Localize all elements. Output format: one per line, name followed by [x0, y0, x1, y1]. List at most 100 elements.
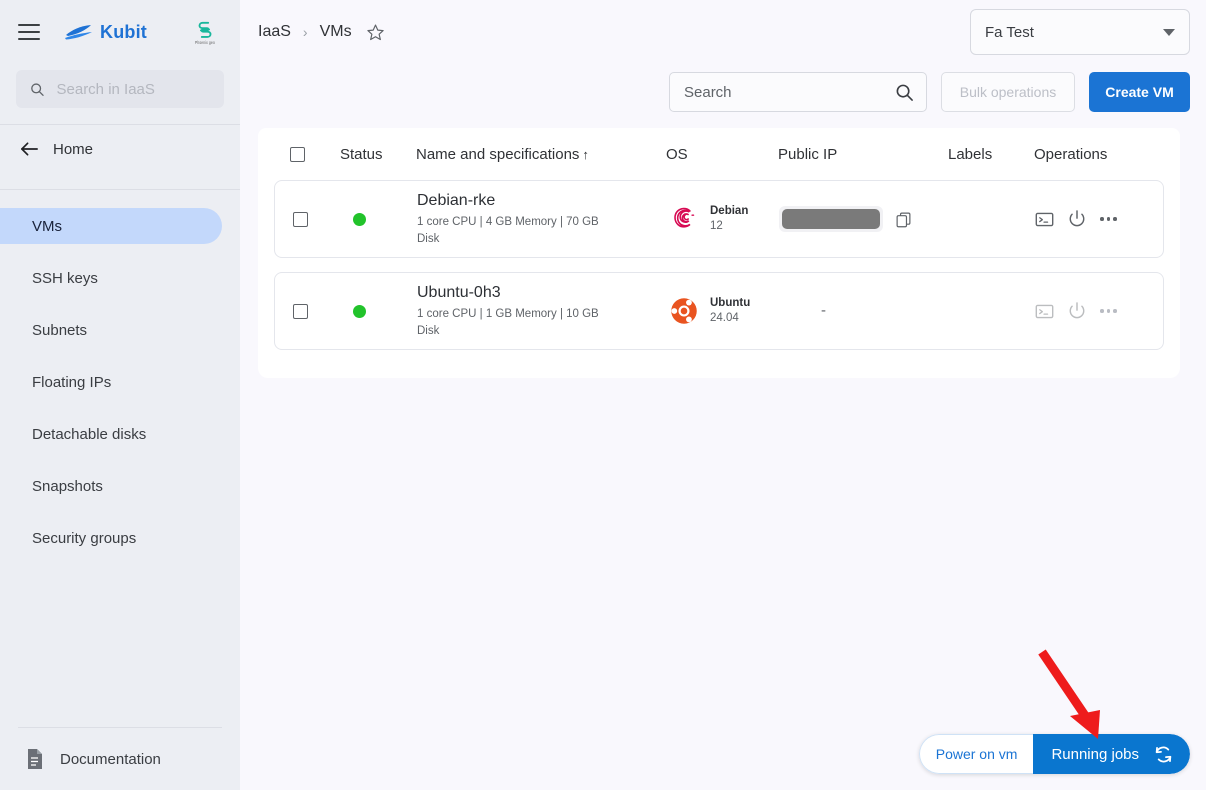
sidebar-footer: Documentation — [0, 727, 240, 790]
ubuntu-logo-icon — [671, 298, 697, 324]
table-row[interactable]: Ubuntu-0h3 1 core CPU | 1 GB Memory | 10… — [274, 272, 1164, 350]
more-options-icon[interactable] — [1100, 217, 1117, 221]
sidebar-item-label: Subnets — [32, 321, 88, 339]
status-indicator-running — [353, 304, 366, 318]
row-checkbox-cell — [277, 303, 341, 319]
breadcrumb-root[interactable]: IaaS — [258, 23, 291, 41]
bulk-operations-button[interactable]: Bulk operations — [941, 72, 1075, 112]
breadcrumb-separator-icon: › — [302, 24, 308, 40]
topbar: IaaS › VMs Fa Test — [240, 0, 1206, 64]
main-content: IaaS › VMs Fa Test Search Bulk operation… — [240, 0, 1206, 790]
row-checkbox-cell — [277, 211, 341, 227]
row-name-cell: Ubuntu-0h3 1 core CPU | 1 GB Memory | 10… — [417, 283, 667, 340]
vm-search[interactable] — [669, 72, 927, 112]
sidebar-item-floating-ips[interactable]: Floating IPs — [0, 364, 222, 400]
hamburger-menu-icon[interactable] — [18, 24, 40, 40]
column-header-os: OS — [666, 145, 688, 163]
os-version: 24.04 — [710, 312, 739, 324]
sidebar-item-vms[interactable]: VMs — [0, 208, 222, 244]
vm-name: Ubuntu-0h3 — [417, 283, 501, 301]
vm-table-header: Status Name and specifications ↑ OS Publ… — [258, 128, 1180, 180]
table-row[interactable]: Debian-rke 1 core CPU | 4 GB Memory | 70… — [274, 180, 1164, 258]
brand-name: Kubit — [100, 21, 147, 42]
table-actions: Bulk operations Create VM — [240, 64, 1206, 120]
sidebar-search-input[interactable] — [56, 80, 210, 98]
sort-ascending-icon: ↑ — [582, 146, 589, 162]
copy-icon[interactable] — [895, 211, 912, 228]
row-name-cell: Debian-rke 1 core CPU | 4 GB Memory | 70… — [417, 191, 667, 248]
row-status-cell — [341, 304, 417, 318]
running-jobs-button[interactable]: Running jobs — [1033, 734, 1190, 774]
sidebar-nav: VMs SSH keys Subnets Floating IPs Detach… — [0, 190, 240, 564]
power-icon[interactable] — [1067, 209, 1087, 229]
sidebar-item-label: VMs — [32, 217, 62, 235]
os-version: 12 — [710, 220, 723, 232]
more-options-icon[interactable] — [1100, 309, 1117, 313]
document-icon — [28, 749, 42, 769]
sidebar-home-label: Home — [53, 140, 94, 158]
favorite-star-icon[interactable] — [366, 23, 385, 42]
partner-logo-text: Phoenix geo — [195, 39, 215, 46]
sidebar-item-label: Floating IPs — [32, 373, 112, 391]
sidebar-documentation-label: Documentation — [60, 750, 161, 768]
column-header-name[interactable]: Name and specifications ↑ — [416, 146, 666, 163]
running-jobs-widget: Power on vm Running jobs — [918, 734, 1190, 774]
running-jobs-label: Running jobs — [1051, 745, 1139, 763]
row-operations-cell — [1035, 301, 1155, 321]
sidebar-search[interactable] — [16, 70, 224, 108]
breadcrumb: IaaS › VMs — [258, 23, 385, 42]
select-all-checkbox-cell — [276, 146, 340, 162]
row-checkbox[interactable] — [293, 211, 308, 227]
sidebar-header: Kubit Phoenix geo — [0, 0, 240, 64]
column-header-status: Status — [340, 145, 383, 163]
os-text: Ubuntu 24.04 — [710, 296, 750, 326]
console-icon[interactable] — [1035, 302, 1054, 321]
tenant-selector[interactable]: Fa Test — [970, 9, 1190, 55]
column-header-operations: Operations — [1034, 145, 1108, 163]
partner-mark-icon — [198, 21, 212, 38]
sidebar-item-label: Detachable disks — [32, 425, 147, 443]
sidebar-documentation-link[interactable]: Documentation — [0, 728, 240, 790]
sidebar-item-detachable-disks[interactable]: Detachable disks — [0, 416, 222, 452]
vm-search-input[interactable] — [684, 83, 895, 101]
row-os-cell: Ubuntu 24.04 — [667, 294, 779, 328]
current-task-label[interactable]: Power on vm — [918, 734, 1034, 774]
sidebar-item-snapshots[interactable]: Snapshots — [0, 468, 222, 504]
os-name: Debian — [710, 205, 749, 218]
sidebar: Kubit Phoenix geo Home — [0, 0, 240, 790]
column-header-public-ip: Public IP — [778, 145, 838, 163]
row-status-cell — [341, 212, 417, 226]
public-ip-redacted — [782, 209, 880, 229]
row-checkbox[interactable] — [293, 303, 308, 319]
os-name: Ubuntu — [710, 297, 751, 310]
tenant-selector-value: Fa Test — [985, 23, 1034, 41]
vm-name: Debian-rke — [417, 191, 496, 209]
column-header-name-label: Name and specifications — [416, 145, 580, 163]
search-icon[interactable] — [895, 83, 914, 102]
row-operations-cell — [1035, 209, 1155, 229]
sidebar-item-security-groups[interactable]: Security groups — [0, 520, 222, 556]
column-header-labels: Labels — [948, 145, 993, 163]
brand-logo[interactable]: Kubit — [64, 22, 147, 43]
row-public-ip-cell — [779, 206, 949, 232]
os-text: Debian 12 — [710, 204, 748, 234]
sync-icon[interactable] — [1153, 744, 1174, 765]
power-icon[interactable] — [1067, 301, 1087, 321]
sidebar-item-label: Security groups — [32, 529, 137, 547]
sidebar-item-label: SSH keys — [32, 269, 98, 287]
status-indicator-running — [353, 212, 366, 226]
sidebar-item-subnets[interactable]: Subnets — [0, 312, 222, 348]
vm-specs: 1 core CPU | 1 GB Memory | 10 GB Disk — [417, 307, 599, 337]
breadcrumb-current[interactable]: VMs — [320, 23, 352, 41]
sidebar-item-label: Snapshots — [32, 477, 103, 495]
vm-specs: 1 core CPU | 4 GB Memory | 70 GB Disk — [417, 215, 599, 245]
create-vm-button[interactable]: Create VM — [1089, 72, 1190, 112]
public-ip-chip — [779, 206, 883, 232]
sidebar-home-link[interactable]: Home — [0, 125, 240, 173]
row-public-ip-cell: - — [779, 302, 949, 320]
select-all-checkbox[interactable] — [290, 146, 305, 162]
app-root: Kubit Phoenix geo Home — [0, 0, 1206, 790]
sidebar-item-ssh-keys[interactable]: SSH keys — [0, 260, 222, 296]
chevron-down-icon — [1163, 28, 1175, 36]
console-icon[interactable] — [1035, 210, 1054, 229]
